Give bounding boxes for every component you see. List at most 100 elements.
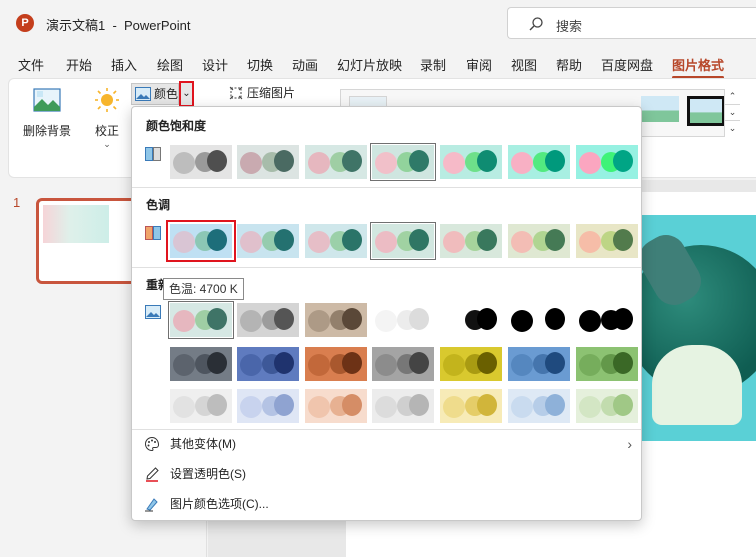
swatch-shape [511,354,533,376]
picture-style-option[interactable] [641,96,679,122]
chevron-down-icon: ⌄ [182,88,191,99]
tab-review[interactable]: 审阅 [466,55,492,74]
tab-view[interactable]: 视图 [511,55,537,74]
color-temperature-tooltip: 色温: 4700 K [163,278,244,300]
recolor-swatch[interactable] [237,303,299,337]
tone-swatch[interactable] [237,224,299,258]
chevron-up-icon[interactable]: ⌃ [725,89,740,105]
swatch-shape [409,308,429,330]
swatch-shape [613,352,633,374]
recolor-swatch[interactable] [576,347,638,381]
corrections-button[interactable]: 校正 ⌄ [87,87,127,150]
swatch-shape [207,229,227,251]
recolor-swatch[interactable] [576,303,638,337]
search-input[interactable]: 搜索 [507,7,756,39]
recolor-swatch[interactable] [440,389,502,423]
picture-style-option[interactable] [687,96,725,126]
more-variations-label: 其他变体(M) [170,437,236,451]
tone-swatch[interactable] [440,224,502,258]
gallery-expand-icon[interactable]: ⌄ [725,121,740,137]
swatch-shape [342,308,362,330]
tab-draw[interactable]: 绘图 [157,55,183,74]
tab-baidu-netdisk[interactable]: 百度网盘 [601,55,653,74]
chevron-right-icon: › [627,436,632,452]
recolor-swatch[interactable] [576,389,638,423]
saturation-swatch[interactable] [440,145,502,179]
recolor-swatch[interactable] [508,347,570,381]
swatch-shape [511,152,533,174]
swatch-shape [375,231,397,253]
swatch-shape [342,229,362,251]
swatch-shape [511,310,533,332]
chevron-down-icon: ⌄ [103,139,111,149]
recolor-swatch[interactable] [440,347,502,381]
saturation-swatch[interactable] [508,145,570,179]
picture-color-options-menu-item[interactable]: 图片颜色选项(C)... [144,491,634,517]
swatch-shape [443,152,465,174]
saturation-swatch[interactable] [305,145,367,179]
swatch-shape [274,394,294,416]
swatch-shape [375,354,397,376]
tab-record[interactable]: 录制 [420,55,446,74]
color-dropdown-arrow[interactable]: ⌄ [179,81,194,107]
slide-thumbnail-picture [43,205,109,243]
recolor-swatch[interactable] [372,389,434,423]
recolor-swatch[interactable] [237,389,299,423]
swatch-shape [443,396,465,418]
tab-insert[interactable]: 插入 [111,55,137,74]
chevron-down-icon[interactable]: ⌄ [725,105,740,121]
recolor-swatch[interactable] [170,347,232,381]
recolor-icon [145,305,161,319]
swatch-shape [579,152,601,174]
recolor-swatch[interactable] [305,389,367,423]
recolor-swatch[interactable] [170,389,232,423]
remove-background-button[interactable]: 删除背景 [21,87,73,139]
recolor-swatch[interactable] [440,303,502,337]
swatch-shape [545,150,565,172]
saturation-swatch[interactable] [170,145,232,179]
recolor-swatch[interactable] [508,303,570,337]
tab-file[interactable]: 文件 [18,55,44,74]
tab-picture-format[interactable]: 图片格式 [672,55,725,79]
saturation-swatch[interactable] [370,143,436,181]
swatch-shape [308,396,330,418]
tone-swatch[interactable] [576,224,638,258]
compress-pictures-button[interactable]: 压缩图片 [229,84,295,101]
gallery-scrollbar[interactable]: ⌃ ⌄ ⌄ [724,89,740,137]
tone-swatch[interactable] [370,222,436,260]
recolor-swatch[interactable] [372,303,434,337]
swatch-shape [173,310,195,332]
swatch-shape [375,396,397,418]
recolor-swatch[interactable] [305,303,367,337]
tab-animations[interactable]: 动画 [292,55,318,74]
tab-help[interactable]: 帮助 [556,55,582,74]
color-dropdown-panel: 颜色饱和度 色调 重新着色 其他变体(M) › 设置透明色(S) 图片颜色选项(… [131,106,642,521]
recolor-swatch[interactable] [305,347,367,381]
compress-label: 压缩图片 [247,86,296,100]
swatch-shape [477,150,497,172]
tone-swatch[interactable] [508,224,570,258]
swatch-shape [274,150,294,172]
color-button[interactable]: 颜色 [131,83,179,105]
swatch-shape [207,394,227,416]
tone-swatch[interactable] [166,220,236,262]
swatch-shape [443,231,465,253]
set-transparent-color-menu-item[interactable]: 设置透明色(S) [144,461,634,487]
tab-slideshow[interactable]: 幻灯片放映 [337,55,402,74]
recolor-swatch[interactable] [508,389,570,423]
saturation-swatch[interactable] [576,145,638,179]
recolor-swatch[interactable] [237,347,299,381]
tab-home[interactable]: 开始 [66,55,92,74]
tab-design[interactable]: 设计 [202,55,228,74]
recolor-swatch[interactable] [372,347,434,381]
swatch-shape [613,229,633,251]
swatch-shape [579,310,601,332]
recolor-swatch[interactable] [168,301,234,339]
swatch-shape [173,354,195,376]
saturation-swatch[interactable] [237,145,299,179]
tab-transitions[interactable]: 切换 [247,55,273,74]
tone-swatch[interactable] [305,224,367,258]
sun-icon [95,88,119,112]
more-variations-menu-item[interactable]: 其他变体(M) › [144,431,634,457]
swatch-shape [511,396,533,418]
